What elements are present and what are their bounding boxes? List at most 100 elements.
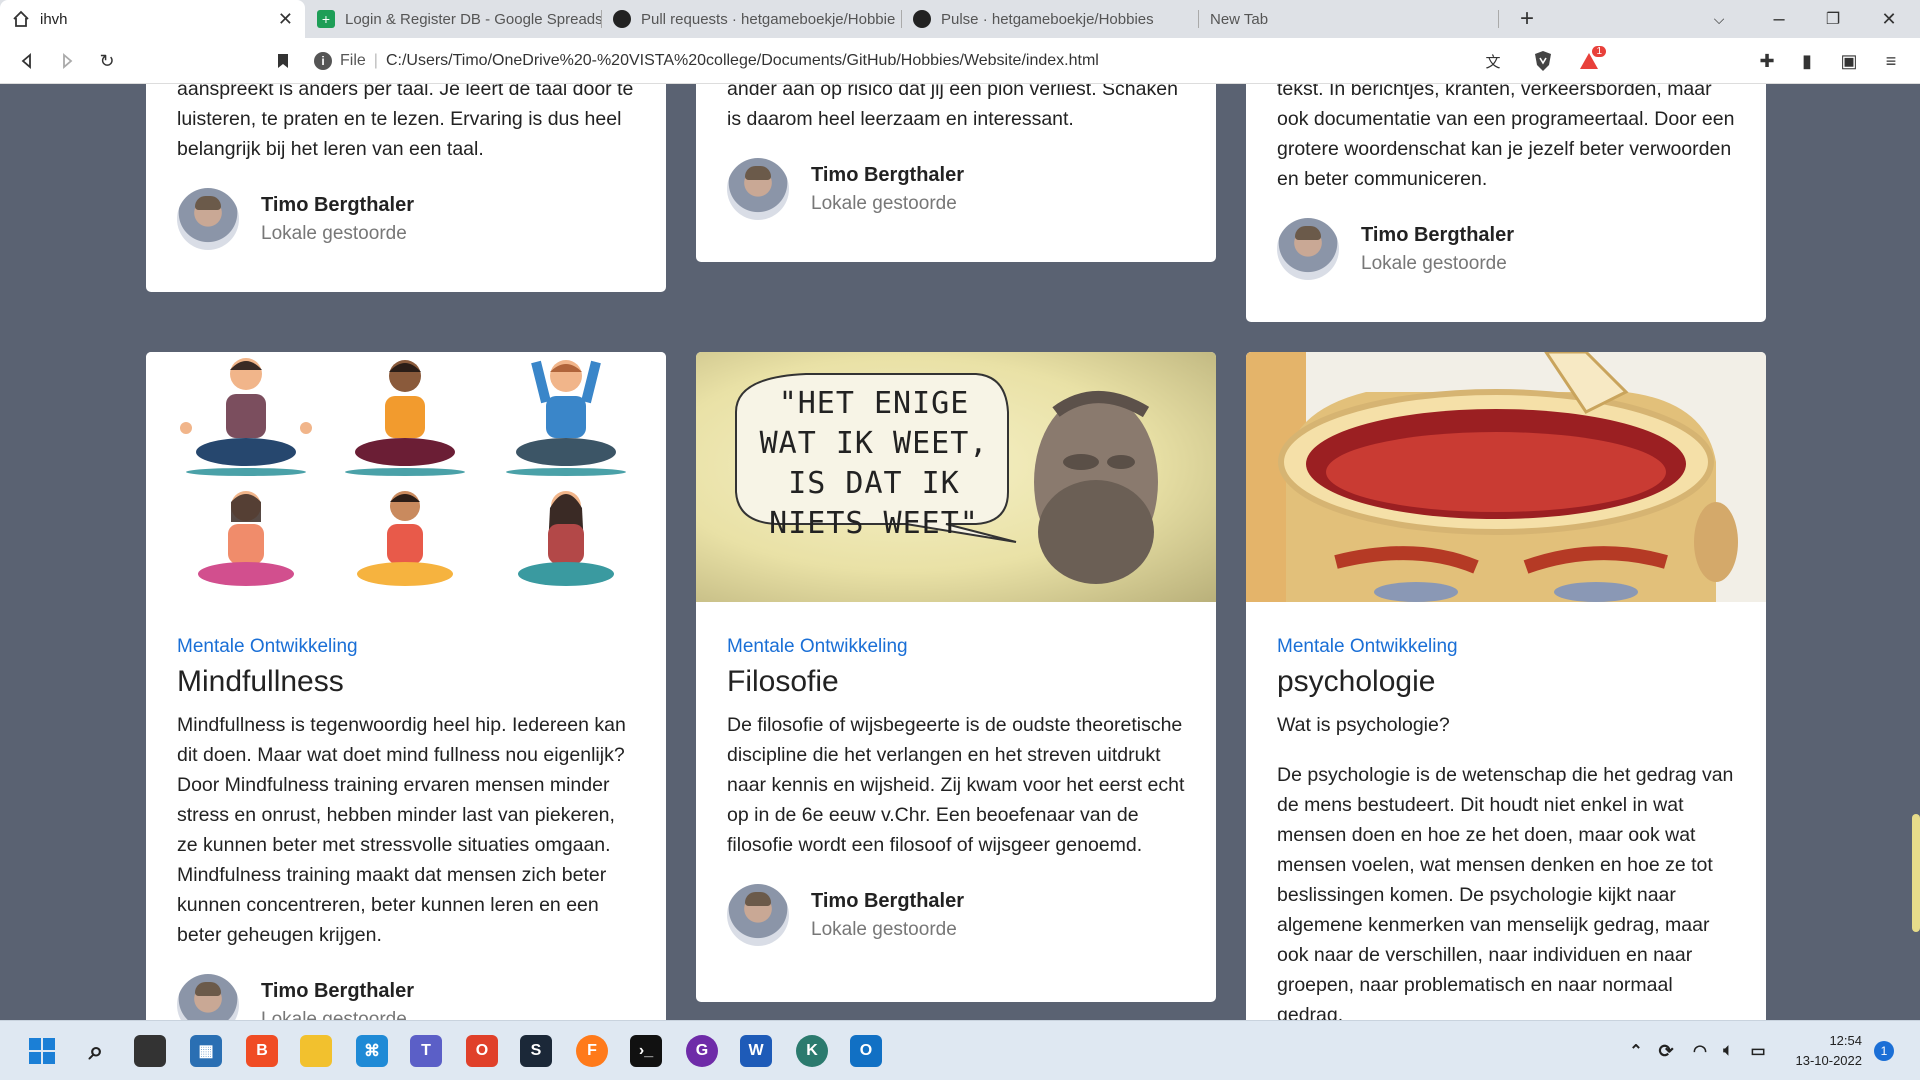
author: Timo Bergthaler Lokale gestoorde xyxy=(177,974,635,1020)
wallet-icon[interactable]: ▣ xyxy=(1834,46,1864,76)
card-category[interactable]: Mentale Ontwikkeling xyxy=(1277,636,1735,658)
socrates-image: "HET ENIGE WAT IK WEET, IS DAT IK NIETS … xyxy=(696,352,1216,602)
google-sheets-icon: + xyxy=(317,10,335,28)
start-icon[interactable] xyxy=(26,1035,58,1067)
tab-google-sheets[interactable]: + Login & Register DB - Google Spreads xyxy=(305,0,601,38)
author-name: Timo Bergthaler xyxy=(811,889,964,912)
translate-icon[interactable]: 文 xyxy=(1478,46,1508,76)
gitkraken-icon[interactable]: K xyxy=(796,1035,828,1067)
restore-button[interactable]: ❐ xyxy=(1818,4,1848,34)
url-scheme-label: File xyxy=(340,52,366,69)
avatar xyxy=(1277,218,1339,280)
github-desktop-icon[interactable]: G xyxy=(686,1035,718,1067)
card-text: De psychologie is de wetenschap die het … xyxy=(1277,764,1734,1020)
image-quote: "HET ENIGE WAT IK WEET, IS DAT IK NIETS … xyxy=(759,386,989,541)
word-icon[interactable]: W xyxy=(740,1035,772,1067)
sidebar-icon[interactable]: ▮ xyxy=(1792,46,1822,76)
avatar xyxy=(177,188,239,250)
teams-icon[interactable]: T xyxy=(410,1035,442,1067)
vscode-icon[interactable]: ⌘ xyxy=(356,1035,388,1067)
browser-toolbar: ↻ i File | C:/Users/Timo/OneDrive%20-%20… xyxy=(0,38,1920,84)
author-location: Lokale gestoorde xyxy=(811,918,957,940)
card-title: Mindfullness xyxy=(177,665,344,698)
clock-date: 13-10-2022 xyxy=(1795,1053,1863,1068)
tab-pulse[interactable]: Pulse · hetgameboekje/Hobbies xyxy=(901,0,1198,38)
card-mindfullness: Mentale Ontwikkeling Mindfullness Mindfu… xyxy=(146,352,666,1020)
tab-ihvh[interactable]: ihvh ✕ xyxy=(0,0,305,38)
forward-icon[interactable] xyxy=(52,46,82,76)
author: Timo Bergthaler Lokale gestoorde xyxy=(727,884,1185,946)
card-psychologie: Mentale Ontwikkeling psychologie Wat is … xyxy=(1246,352,1766,1020)
outlook-icon[interactable]: O xyxy=(850,1035,882,1067)
tab-bar: ihvh ✕ + Login & Register DB - Google Sp… xyxy=(0,0,1920,38)
github-icon xyxy=(613,10,631,28)
card-title: Filosofie xyxy=(727,665,839,698)
search-icon[interactable]: ⌕ xyxy=(80,1035,112,1067)
author: Timo Bergthaler Lokale gestoorde xyxy=(177,188,635,250)
battery-icon[interactable]: ▭ xyxy=(1742,1035,1774,1067)
avatar xyxy=(177,974,239,1020)
tab-title: ihvh xyxy=(40,10,68,28)
bookmark-icon[interactable] xyxy=(268,46,298,76)
clock[interactable]: 12:54 13-10-2022 xyxy=(1782,1031,1863,1071)
meditation-image xyxy=(146,352,666,602)
page-content: aanspreekt is anders per taal. Je leert … xyxy=(0,84,1920,1020)
reload-icon[interactable]: ↻ xyxy=(92,46,122,76)
author-name: Timo Bergthaler xyxy=(1361,223,1514,246)
menu-icon[interactable]: ≡ xyxy=(1876,46,1906,76)
author-location: Lokale gestoorde xyxy=(1361,252,1507,274)
tab-pull-requests[interactable]: Pull requests · hetgameboekje/Hobbie xyxy=(601,0,901,38)
firefox-icon[interactable]: F xyxy=(576,1035,608,1067)
github-icon xyxy=(913,10,931,28)
brave-shield-icon[interactable] xyxy=(1528,46,1558,76)
windows-taskbar: ⌕ ▦ B ⌘ T O S F ›_ G W K O ⌃ ⟳ ◠ 🔈︎ ▭ 12… xyxy=(0,1020,1920,1080)
close-window-button[interactable]: ✕ xyxy=(1874,4,1904,34)
new-tab-button[interactable]: + xyxy=(1512,4,1542,34)
avatar xyxy=(727,884,789,946)
close-tab-icon[interactable]: ✕ xyxy=(278,9,293,30)
card-category[interactable]: Mentale Ontwikkeling xyxy=(177,636,635,658)
file-explorer-icon[interactable] xyxy=(300,1035,332,1067)
url-separator: | xyxy=(373,52,378,69)
tab-title: New Tab xyxy=(1210,10,1269,28)
card-category[interactable]: Mentale Ontwikkeling xyxy=(727,636,1185,658)
clock-time: 12:54 xyxy=(1829,1033,1862,1048)
card-schaken: ander aan op risico dat jij een pion ver… xyxy=(696,84,1216,262)
tab-search-chevron-icon[interactable]: ⌵ xyxy=(1704,4,1734,34)
card-woordenschat: tekst. In berichtjes, kranten, verkeersb… xyxy=(1246,84,1766,322)
tab-title: Pulse · hetgameboekje/Hobbies xyxy=(941,10,1154,28)
brave-icon[interactable]: B xyxy=(246,1035,278,1067)
author: Timo Bergthaler Lokale gestoorde xyxy=(1277,218,1735,280)
card-text: ander aan op risico dat jij een pion ver… xyxy=(727,84,1178,130)
tab-divider xyxy=(1498,10,1499,28)
chevron-up-icon[interactable]: ⌃ xyxy=(1620,1035,1652,1067)
address-bar[interactable]: i File | C:/Users/Timo/OneDrive%20-%20VI… xyxy=(314,46,1514,76)
scrollbar-thumb[interactable] xyxy=(1912,814,1920,932)
browser-chrome: ihvh ✕ + Login & Register DB - Google Sp… xyxy=(0,0,1920,84)
brave-rewards-icon[interactable]: 1 xyxy=(1574,46,1606,76)
minimize-button[interactable]: – xyxy=(1764,4,1794,34)
volume-muted-icon[interactable]: 🔈︎ xyxy=(1712,1035,1744,1067)
task-view-icon[interactable] xyxy=(134,1035,166,1067)
terminal-icon[interactable]: ›_ xyxy=(630,1035,662,1067)
back-icon[interactable] xyxy=(12,46,42,76)
card-title: psychologie xyxy=(1277,665,1436,698)
card-subtitle: Wat is psychologie? xyxy=(1277,714,1450,736)
card-text: aanspreekt is anders per taal. Je leert … xyxy=(177,84,634,160)
author-name: Timo Bergthaler xyxy=(261,979,414,1002)
office-icon[interactable]: O xyxy=(466,1035,498,1067)
home-icon xyxy=(12,10,30,28)
extensions-icon[interactable]: ✚ xyxy=(1752,46,1782,76)
tab-new-tab[interactable]: New Tab xyxy=(1198,0,1498,38)
steam-icon[interactable]: S xyxy=(520,1035,552,1067)
author-location: Lokale gestoorde xyxy=(811,192,957,214)
author-location: Lokale gestoorde xyxy=(261,1008,407,1021)
microsoft-store-icon[interactable]: ▦ xyxy=(190,1035,222,1067)
info-icon: i xyxy=(314,52,332,70)
sync-icon[interactable]: ⟳ xyxy=(1650,1035,1682,1067)
notification-badge[interactable]: 1 xyxy=(1874,1041,1894,1061)
card-text: tekst. In berichtjes, kranten, verkeersb… xyxy=(1277,84,1735,190)
avatar xyxy=(727,158,789,220)
author-location: Lokale gestoorde xyxy=(261,222,407,244)
author-name: Timo Bergthaler xyxy=(811,163,964,186)
